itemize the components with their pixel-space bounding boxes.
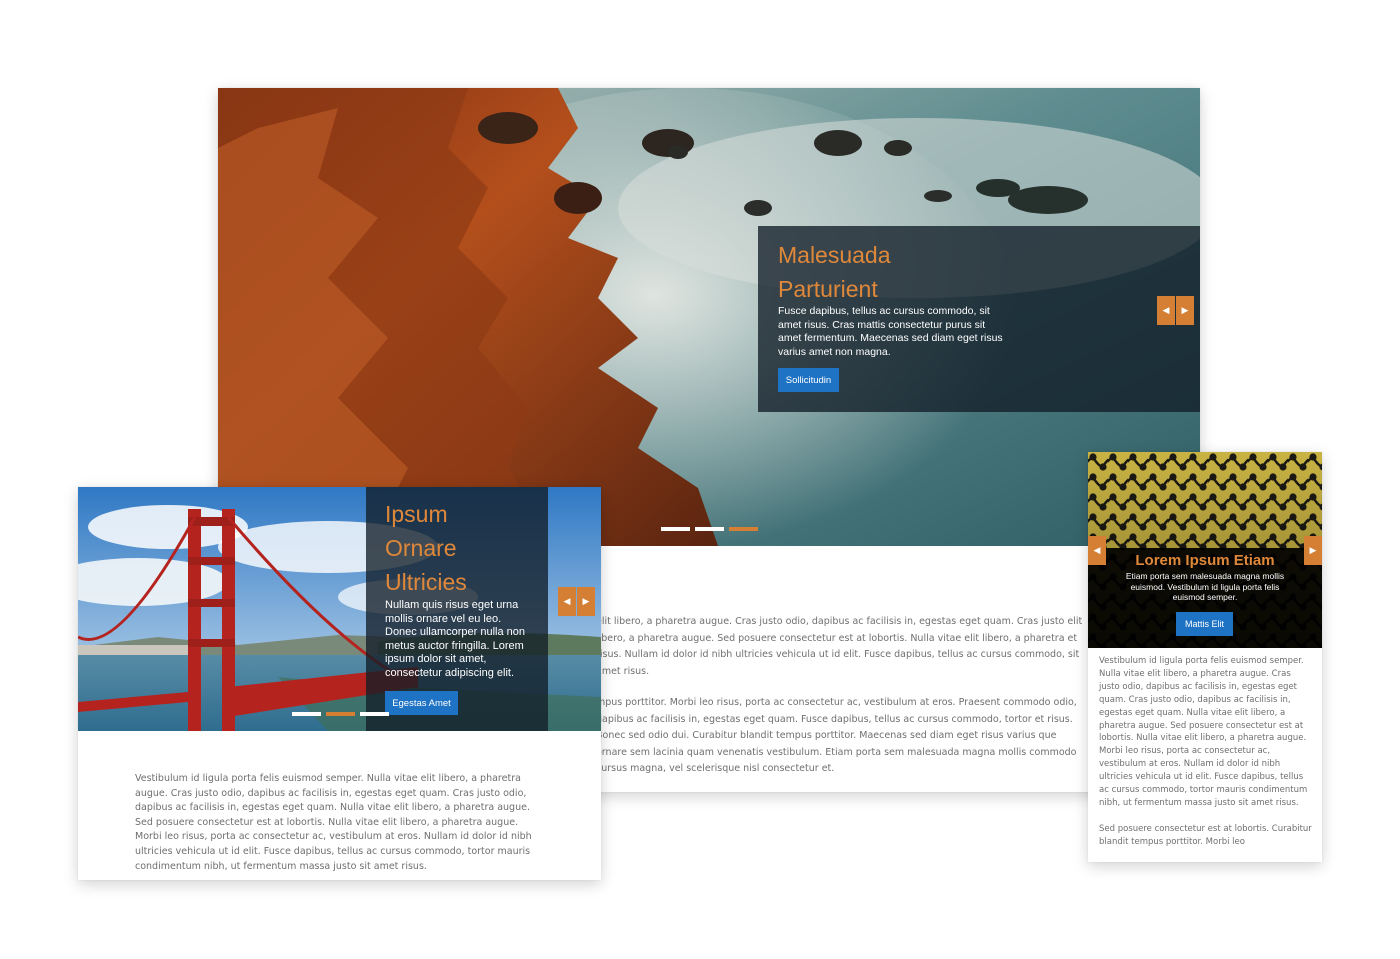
hero-caption-title-line-2: Parturient — [778, 276, 878, 302]
bridge-next-arrow-icon[interactable]: ▶ — [577, 587, 595, 616]
bridge-slide-dot-1[interactable] — [292, 712, 321, 716]
hero-next-arrow-icon[interactable]: ▶ — [1176, 296, 1194, 325]
pattern-paragraph-2: Sed posuere consectetur est at lobortis.… — [1099, 823, 1312, 847]
hero-caption-title-line-1: Malesuada — [778, 242, 891, 268]
bridge-slide-dot-2[interactable] — [326, 712, 355, 716]
pattern-caption-text: Etiam porta sem malesuada magna mollis e… — [1125, 571, 1285, 602]
bridge-caption-title-line-3: Ultricies — [385, 569, 467, 595]
hero-caption-panel: Malesuada Parturient Fusce dapibus, tell… — [758, 226, 1200, 412]
pattern-paragraph-1: Vestibulum id ligula porta felis euismod… — [1099, 656, 1308, 808]
bridge-paragraph: Vestibulum id ligula porta felis euismod… — [135, 773, 532, 872]
mattis-elit-button[interactable]: Mattis Elit — [1176, 612, 1233, 636]
hero-slider-arrows: ◀ ▶ — [1157, 296, 1194, 325]
hero-slide-dot-3[interactable] — [729, 527, 758, 531]
hero-caption-text: Fusce dapibus, tellus ac cursus commodo,… — [778, 305, 1003, 358]
bridge-caption-title-line-2: Ornare — [385, 535, 457, 561]
bridge-prev-arrow-icon[interactable]: ◀ — [558, 587, 576, 616]
hero-prev-arrow-icon[interactable]: ◀ — [1157, 296, 1175, 325]
tablet-slider-mock: Ipsum Ornare Ultricies Nullam quis risus… — [78, 487, 601, 880]
pattern-next-arrow-icon[interactable]: ▶ — [1304, 536, 1322, 565]
pattern-caption-title: Lorem Ipsum Etiam — [1135, 552, 1275, 569]
bridge-caption-title: Ipsum Ornare Ultricies — [385, 497, 467, 599]
bridge-caption-panel: Ipsum Ornare Ultricies Nullam quis risus… — [366, 487, 548, 731]
hero-paragraph-1: elit libero, a pharetra augue. Cras just… — [596, 616, 1083, 677]
bridge-slider-arrows: ◀ ▶ — [558, 587, 595, 616]
hero-article-body: elit libero, a pharetra augue. Cras just… — [596, 614, 1090, 778]
hero-slide-dot-2[interactable] — [695, 527, 724, 531]
pattern-prev-arrow-icon[interactable]: ◀ — [1088, 536, 1106, 565]
phone-slider-mock: Lorem Ipsum Etiam Etiam porta sem malesu… — [1088, 452, 1322, 862]
egestas-amet-button[interactable]: Egestas Amet — [385, 691, 458, 715]
hero-paragraph-2: mpus porttitor. Morbi leo risus, porta a… — [596, 697, 1077, 774]
hero-slide-dot-1[interactable] — [661, 527, 690, 531]
bridge-caption-text: Nullam quis risus eget urna mollis ornar… — [385, 599, 526, 679]
bridge-caption-title-line-1: Ipsum — [385, 501, 448, 527]
hero-caption-title: Malesuada Parturient — [778, 238, 891, 306]
sollicitudin-button[interactable]: Sollicitudin — [778, 368, 839, 392]
pattern-article-body: Vestibulum id ligula porta felis euismod… — [1099, 655, 1313, 849]
pattern-caption-panel: Lorem Ipsum Etiam Etiam porta sem malesu… — [1088, 548, 1322, 648]
bridge-slide-dot-3[interactable] — [360, 712, 389, 716]
